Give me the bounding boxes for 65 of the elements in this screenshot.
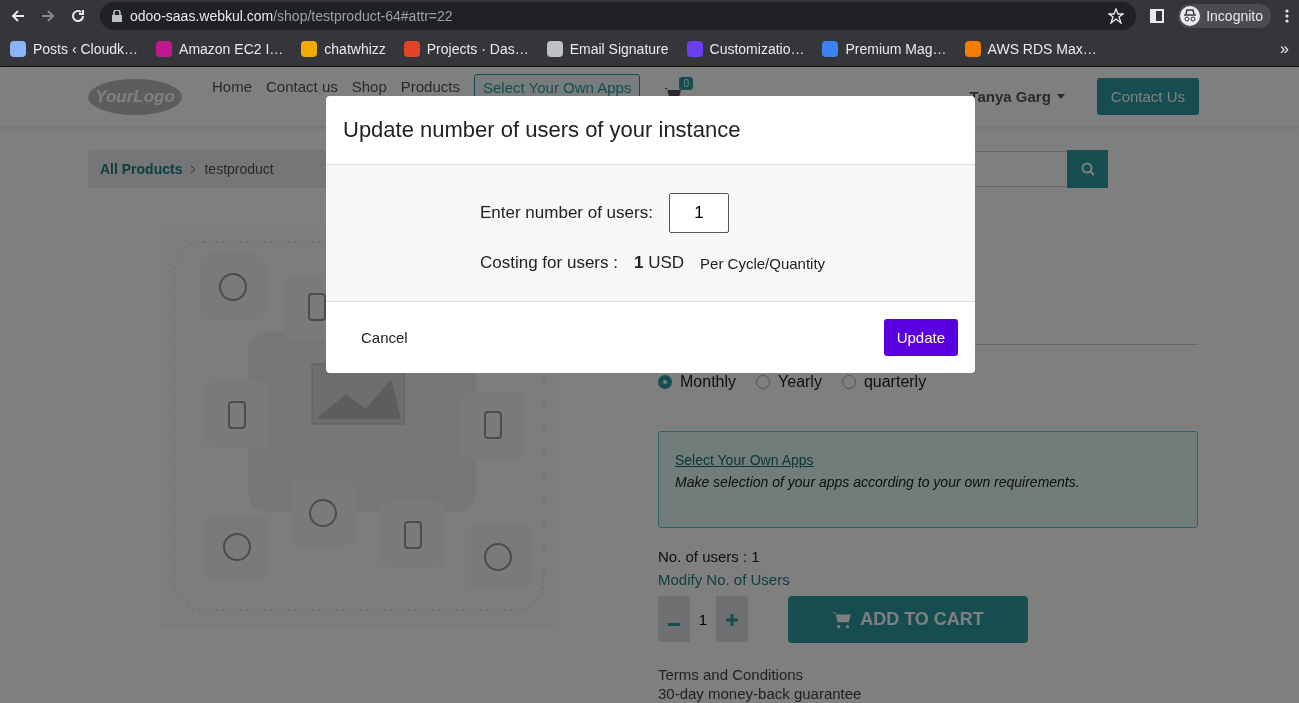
star-icon[interactable] [1108,7,1125,24]
cost-amount: 1 USD [633,253,685,273]
forward-icon[interactable] [40,7,56,24]
radio-label: quarterly [863,373,927,391]
minus-icon [668,622,680,626]
nav-link[interactable]: Contact us [266,78,338,95]
nav-link[interactable]: Products [400,78,460,95]
url-path: /shop/testproduct-64#attr=22 [273,7,453,24]
radio-dot[interactable] [841,375,856,389]
billing-radio[interactable]: quarterly [841,373,927,391]
radio-dot[interactable] [756,375,771,389]
nav-link[interactable]: Shop [351,78,387,95]
lock-icon [112,9,122,22]
dialog-title: Update number of users of your instance [343,117,741,143]
reload-icon[interactable] [70,7,86,24]
bookmark[interactable]: AWS RDS Max… [964,40,1097,57]
bookmark-label: Premium Mag… [845,40,947,57]
cancel-button[interactable]: Cancel [355,328,414,347]
users-count-text: No. of users : 1 [658,548,761,565]
profile-chip[interactable]: Incognito [1178,3,1271,28]
nav-link[interactable]: Home [212,78,252,95]
url-host: odoo-saas.webkul.com [130,7,274,24]
back-icon[interactable] [10,7,26,24]
info-text: Make selection of your apps according to your own requirements. [675,474,1081,490]
radio-label: Yearly [778,373,822,391]
chevron-icon [190,164,197,174]
users-field[interactable]: 1 [668,193,729,233]
user-menu[interactable]: Tanya Garg [969,88,1065,105]
bookmark-label: chatwhizz [324,40,386,57]
bookmark-label: Customizatio… [709,40,805,57]
terms-text: 30-day money-back guarantee [658,684,863,703]
bookmark-label: Posts ‹ Cloudk… [33,40,139,57]
bookmark-label: Email Signature [569,40,669,57]
cost-label: Costing for users : [480,253,618,273]
bookmark-label: AWS RDS Max… [987,40,1097,57]
bookmark-label: Amazon EC2 I… [179,40,284,57]
cart-count: 0 [679,76,693,90]
update-button[interactable]: Update [883,319,958,356]
search-icon [1080,162,1095,176]
modify-users-link[interactable]: Modify No. of Users [658,571,1198,588]
breadcrumb-current: testproduct [204,161,274,177]
address-bar[interactable]: odoo-saas.webkul.com/shop/testproduct-64#attr=22 [100,1,1137,30]
menu-icon[interactable] [1285,8,1289,23]
billing-radio[interactable]: Yearly [756,373,822,391]
bookmark[interactable]: Projects · Das… [403,40,529,57]
sidebar-icon[interactable] [1150,8,1165,23]
users-label: Enter number of users: [480,203,653,223]
bookmark[interactable]: Premium Mag… [822,40,947,57]
plus-icon [726,613,738,626]
apps-link[interactable]: Select Your Own Apps [675,452,1181,468]
cost-note: Per Cycle/Quantity [700,254,826,272]
radio-label: Monthly [680,373,737,391]
incognito-icon [1180,5,1201,26]
radio-dot[interactable] [658,375,672,389]
quantity-field[interactable]: 1 [690,596,716,642]
terms-text: Terms and Conditions [658,665,805,684]
cart-icon [832,610,853,629]
more-bookmarks[interactable]: » [1280,39,1289,58]
caret-icon [1056,94,1065,99]
bookmark[interactable]: Customizatio… [686,40,805,57]
bookmark[interactable]: Posts ‹ Cloudk… [10,40,139,57]
bookmark[interactable]: chatwhizz [301,40,386,57]
bookmark-label: Projects · Das… [426,40,529,57]
bookmark[interactable]: Email Signature [546,40,669,57]
bookmark[interactable]: Amazon EC2 I… [156,40,284,57]
